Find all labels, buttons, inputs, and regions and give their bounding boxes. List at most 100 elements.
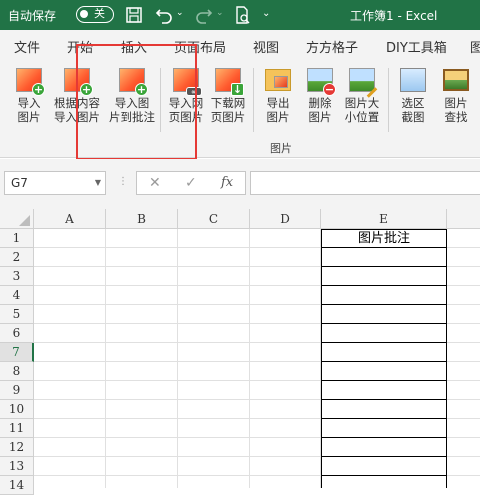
column-header-c[interactable]: C [178,209,250,229]
row-header-14[interactable]: 14 [0,476,34,495]
ribbon: + 导入 图片 + 根据内容 导入图片 + 导入图 片到批注 ∞ 导入网 页图片 [0,58,480,158]
screenshot-button[interactable]: 选区 截图 [396,66,430,124]
import-picture-icon: + [15,66,45,96]
screenshot-label-1: 选区 [401,96,425,110]
cell-e10[interactable] [321,400,447,419]
column-header-d[interactable]: D [250,209,321,229]
formula-input[interactable] [250,171,480,195]
delete-picture-button[interactable]: − 删除 图片 [302,66,338,124]
cell-e14[interactable] [321,476,447,488]
cell-e3[interactable] [321,267,447,286]
find-picture-label-1: 图片 [444,96,468,110]
cell-e11[interactable] [321,419,447,438]
ribbon-separator [388,68,389,132]
picture-size-label-2: 小位置 [344,110,380,124]
row-header-8[interactable]: 8 [0,362,34,381]
cell-e4[interactable] [321,286,447,305]
select-all-corner[interactable] [0,209,34,229]
tab-picture[interactable]: 图 [470,37,480,56]
insert-function-icon[interactable]: fx [221,175,233,190]
autosave-toggle[interactable]: 关 [76,6,114,23]
row-header-6[interactable]: 6 [0,324,34,343]
cell-e9[interactable] [321,381,447,400]
toggle-state-label: 关 [94,7,105,20]
cell-e7[interactable] [321,343,447,362]
customize-quick-access-icon[interactable]: ⌄ [262,8,270,19]
toggle-knob [80,10,88,18]
cell-e12[interactable] [321,438,447,457]
picture-group-label: 图片 [270,142,292,155]
formula-buttons: ✕ ✓ fx [136,171,246,195]
row-header-7[interactable]: 7 [0,343,34,362]
column-header-a[interactable]: A [34,209,106,229]
row-header-5[interactable]: 5 [0,305,34,324]
import-picture-label-2: 图片 [17,110,41,124]
cancel-icon[interactable]: ✕ [149,175,161,191]
tab-fangfang[interactable]: 方方格子 [306,37,358,56]
formula-bar: G7 ▼ ⋮ ✕ ✓ fx [0,159,480,209]
title-bar: 自动保存 关 ⌄ ⌄ ⌄ 工作簿1 - Excel [0,0,480,30]
column-header-e[interactable]: E [321,209,447,229]
find-picture-label-2: 查找 [444,110,468,124]
ribbon-tabs: 文件 开始 插入 页面布局 视图 方方格子 DIY工具箱 图 [0,30,480,58]
find-picture-icon [442,66,470,94]
cell-e5[interactable] [321,305,447,324]
picture-size-button[interactable]: 图片大 小位置 [342,66,382,124]
cell-e6[interactable] [321,324,447,343]
formula-bar-grip-icon[interactable]: ⋮ [118,176,128,187]
print-preview-icon[interactable] [232,5,252,25]
cell-e2[interactable] [321,248,447,267]
column-header-b[interactable]: B [106,209,178,229]
export-picture-label-1: 导出 [266,96,290,110]
save-icon[interactable] [124,5,144,25]
grid-line [177,229,178,488]
grid-line [249,229,250,488]
row-header-4[interactable]: 4 [0,286,34,305]
find-picture-button[interactable]: 图片 查找 [438,66,474,124]
highlight-box [76,44,197,160]
row-header-9[interactable]: 9 [0,381,34,400]
ribbon-separator [253,68,254,132]
row-header-10[interactable]: 10 [0,400,34,419]
export-picture-icon [264,66,292,94]
screenshot-icon [399,66,427,94]
undo-dropdown-icon[interactable]: ⌄ [176,8,184,18]
row-header-2[interactable]: 2 [0,248,34,267]
tab-view[interactable]: 视图 [253,37,279,56]
picture-size-label-1: 图片大 [344,96,380,110]
download-web-picture-label-1: 下载网 [210,96,246,110]
import-picture-button[interactable]: + 导入 图片 [10,66,48,124]
import-picture-label-1: 导入 [17,96,41,110]
export-picture-button[interactable]: 导出 图片 [260,66,296,124]
column-header-f[interactable] [447,209,480,229]
delete-picture-icon: − [306,66,336,96]
row-header-3[interactable]: 3 [0,267,34,286]
tab-diy-toolbox[interactable]: DIY工具箱 [386,37,447,56]
name-box-value: G7 [11,176,28,190]
cell-e1[interactable]: 图片批注 [321,229,447,248]
picture-size-icon [348,66,378,98]
undo-icon[interactable] [154,5,174,25]
download-web-picture-label-2: 页图片 [210,110,246,124]
row-header-11[interactable]: 11 [0,419,34,438]
download-web-picture-button[interactable]: ↓ 下载网 页图片 [208,66,248,124]
cell-e8[interactable] [321,362,447,381]
name-box-dropdown-icon[interactable]: ▼ [95,178,101,187]
export-picture-label-2: 图片 [266,110,290,124]
worksheet-grid[interactable]: A B C D E 1 2 3 4 5 6 7 8 9 10 11 12 13 … [0,209,480,495]
screenshot-label-2: 截图 [401,110,425,124]
delete-picture-label-1: 删除 [308,96,332,110]
row-header-12[interactable]: 12 [0,438,34,457]
row-header-1[interactable]: 1 [0,229,34,248]
enter-icon[interactable]: ✓ [185,175,197,191]
cell-e13[interactable] [321,457,447,476]
delete-picture-label-2: 图片 [308,110,332,124]
row-header-13[interactable]: 13 [0,457,34,476]
download-web-picture-icon: ↓ [214,66,244,96]
redo-dropdown-icon[interactable]: ⌄ [216,8,224,18]
tab-file[interactable]: 文件 [14,37,40,56]
grid-line [105,229,106,488]
autosave-label: 自动保存 [8,9,57,23]
redo-icon[interactable] [194,5,214,25]
name-box[interactable]: G7 ▼ [4,171,106,195]
